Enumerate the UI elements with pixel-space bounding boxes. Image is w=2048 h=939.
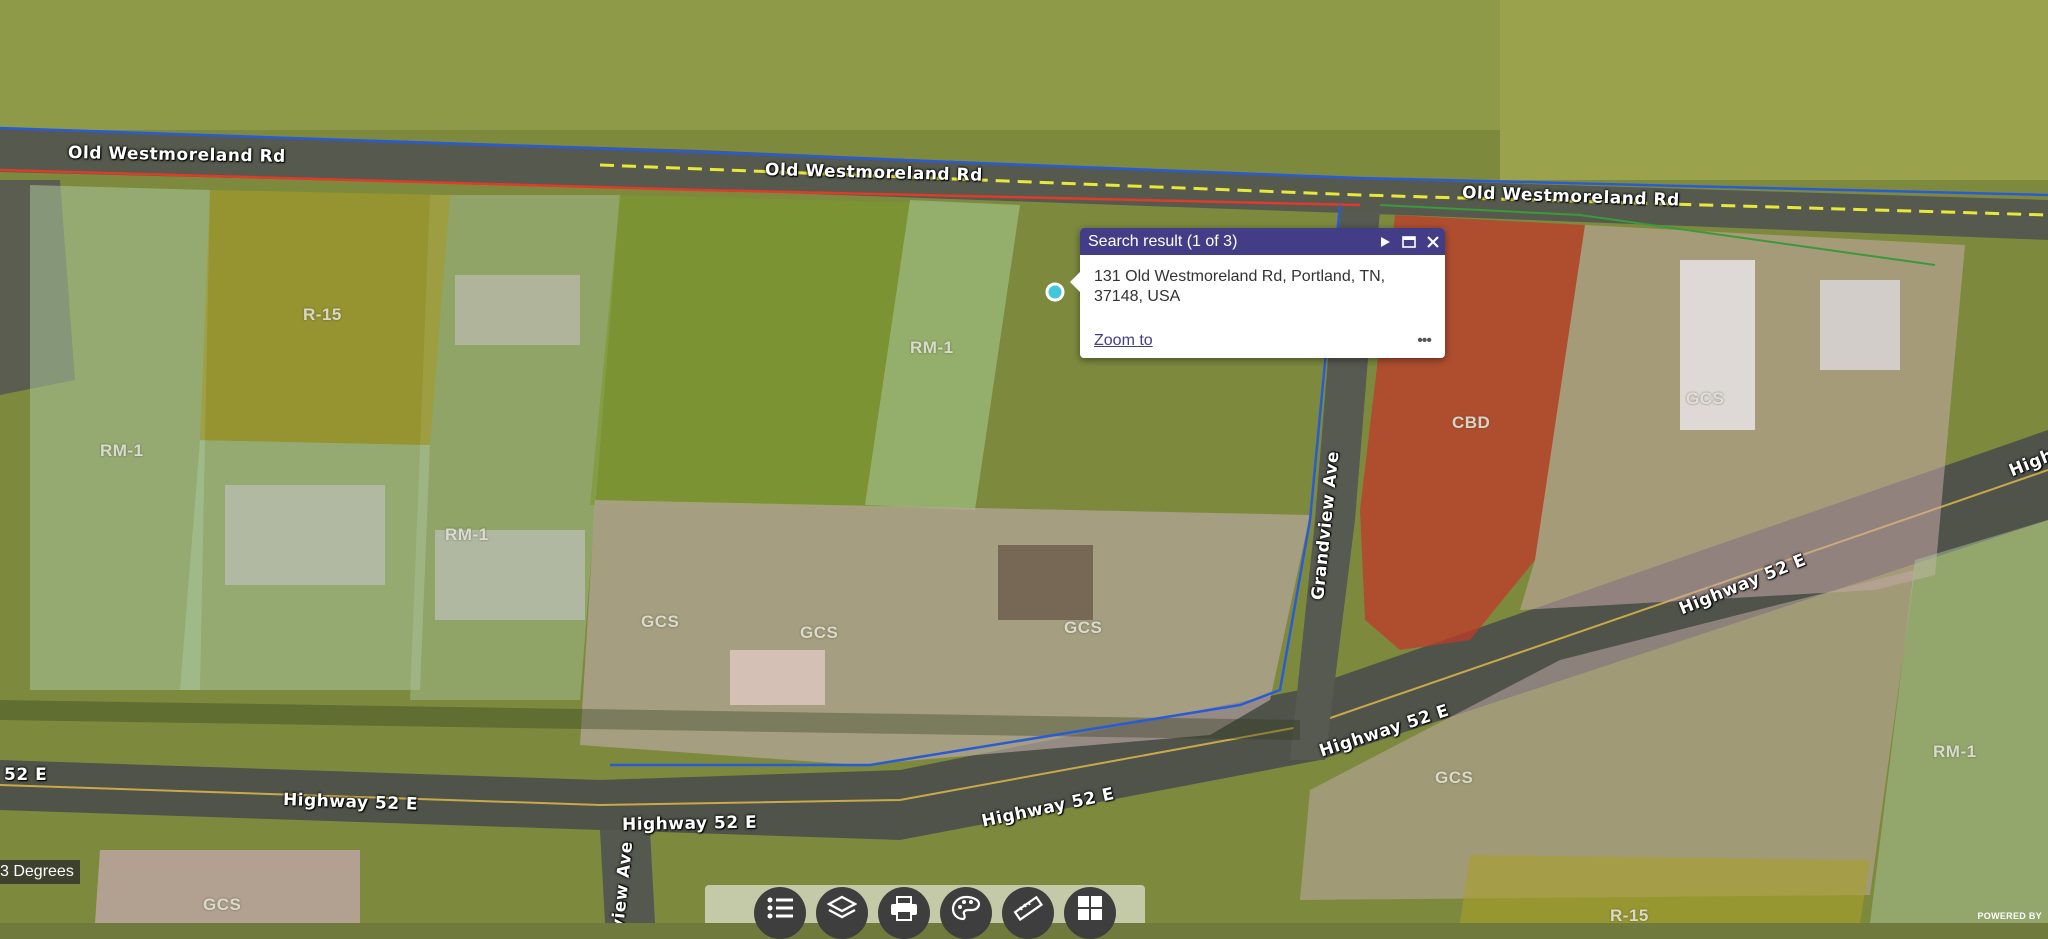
popup-pointer xyxy=(1070,272,1080,292)
zone-label-gcs-3: GCS xyxy=(1064,618,1102,638)
more-options-button[interactable]: ••• xyxy=(1417,332,1431,350)
powered-by-attribution: POWERED BY xyxy=(1977,911,2042,921)
grid-button[interactable] xyxy=(1064,887,1116,939)
zone-label-rm1-center: RM-1 xyxy=(910,338,954,358)
popup-title: Search result (1 of 3) xyxy=(1088,233,1373,251)
zone-label-gcs-2: GCS xyxy=(800,623,838,643)
basemap-icon xyxy=(951,895,981,921)
zone-label-rm1-left: RM-1 xyxy=(100,441,144,461)
grid-icon xyxy=(1075,895,1105,921)
close-button[interactable] xyxy=(1421,230,1445,254)
popup-header: Search result (1 of 3) xyxy=(1080,228,1445,255)
play-icon xyxy=(1379,236,1391,248)
zone-label-r15-bottom: R-15 xyxy=(1610,906,1649,923)
measure-button[interactable] xyxy=(1002,887,1054,939)
layers-icon xyxy=(827,895,857,921)
popup-footer: Zoom to ••• xyxy=(1094,332,1431,350)
zone-label-rm1-right: RM-1 xyxy=(1933,742,1977,762)
address-line-2: 37148, USA xyxy=(1094,287,1431,307)
close-icon xyxy=(1426,235,1440,249)
zone-label-gcs-bottom: GCS xyxy=(203,895,241,915)
measure-icon xyxy=(1013,895,1043,921)
search-result-popup: Search result (1 of 3) 131 Old Westmorel… xyxy=(1080,228,1445,358)
next-result-button[interactable] xyxy=(1373,230,1397,254)
print-icon xyxy=(889,895,919,921)
zone-label-gcs-right: GCS xyxy=(1686,389,1724,409)
maximize-icon xyxy=(1402,236,1416,248)
road-label-highway-left: 52 E xyxy=(4,765,47,785)
map-view[interactable]: Old Westmoreland Rd Old Westmoreland Rd … xyxy=(0,0,2048,923)
road-label-old-westmoreland-1: Old Westmoreland Rd xyxy=(68,143,286,167)
road-label-highway-52e-2: Highway 52 E xyxy=(622,813,758,835)
zoom-to-link[interactable]: Zoom to xyxy=(1094,332,1153,350)
zone-label-gcs-lower-right: GCS xyxy=(1435,768,1473,788)
dock-button[interactable] xyxy=(1397,230,1421,254)
basemap-button[interactable] xyxy=(940,887,992,939)
popup-address: 131 Old Westmoreland Rd, Portland, TN, 3… xyxy=(1080,255,1445,307)
bearing-readout: 3 Degrees xyxy=(0,860,80,884)
map-canvas xyxy=(0,0,2048,923)
print-button[interactable] xyxy=(878,887,930,939)
address-line-1: 131 Old Westmoreland Rd, Portland, TN, xyxy=(1094,267,1431,287)
zone-label-r15: R-15 xyxy=(303,305,342,325)
legend-button[interactable] xyxy=(754,887,806,939)
layers-button[interactable] xyxy=(816,887,868,939)
zone-label-rm1-mid: RM-1 xyxy=(445,525,489,545)
zone-label-cbd: CBD xyxy=(1452,413,1490,433)
search-result-marker[interactable] xyxy=(1047,284,1063,300)
legend-icon xyxy=(765,895,795,921)
zone-label-gcs-1: GCS xyxy=(641,612,679,632)
